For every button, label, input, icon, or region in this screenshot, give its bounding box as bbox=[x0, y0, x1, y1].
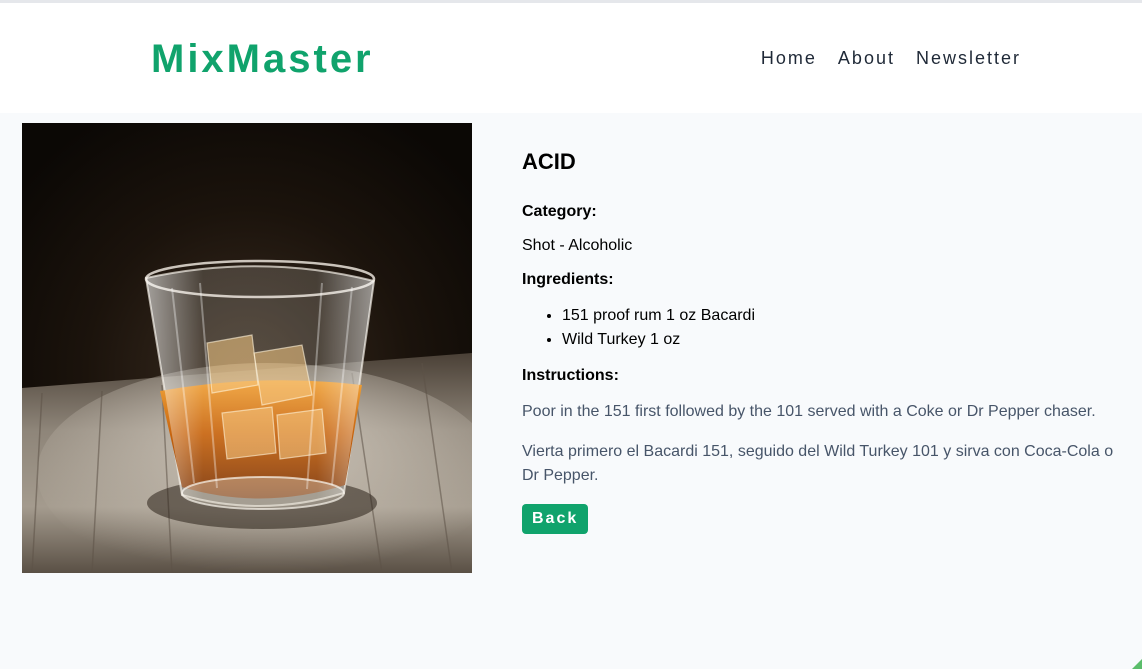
category-value: Shot - Alcoholic bbox=[522, 237, 633, 254]
nav-link-home[interactable]: Home bbox=[761, 46, 817, 70]
nav-link-about[interactable]: About bbox=[838, 46, 895, 70]
back-button[interactable]: Back bbox=[522, 504, 589, 534]
nav-links: Home About Newsletter bbox=[761, 46, 1021, 70]
corner-marker-icon bbox=[1132, 659, 1142, 669]
instructions-english: Poor in the 151 first followed by the 10… bbox=[522, 403, 1096, 420]
drink-title: ACID bbox=[522, 149, 576, 174]
ingredients-list: 151 proof rum 1 oz Bacardi Wild Turkey 1… bbox=[522, 304, 1118, 352]
nav-link-newsletter[interactable]: Newsletter bbox=[916, 46, 1021, 70]
whiskey-glass-photo-icon bbox=[22, 123, 472, 573]
instructions-label: Instructions: bbox=[522, 367, 619, 384]
category-label: Category: bbox=[522, 203, 597, 220]
ingredient-item: 151 proof rum 1 oz Bacardi bbox=[562, 304, 1118, 328]
drink-image bbox=[22, 123, 472, 573]
drink-details: ACID Category: Shot - Alcoholic Ingredie… bbox=[522, 146, 1118, 534]
ingredients-label: Ingredients: bbox=[522, 271, 614, 288]
instructions-spanish: Vierta primero el Bacardi 151, seguido d… bbox=[522, 443, 1114, 484]
brand-logo[interactable]: MixMaster bbox=[151, 36, 374, 82]
ingredient-item: Wild Turkey 1 oz bbox=[562, 328, 1118, 352]
navbar: MixMaster Home About Newsletter bbox=[0, 3, 1142, 113]
